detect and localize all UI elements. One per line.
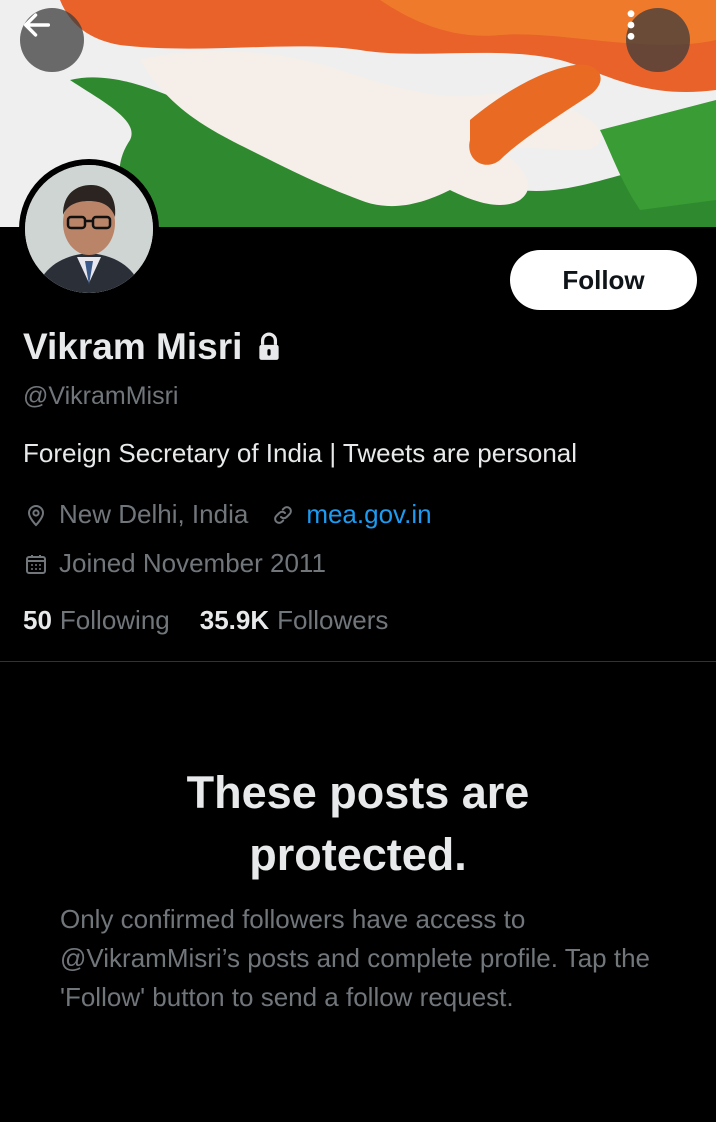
- avatar[interactable]: [19, 159, 159, 299]
- followers-link[interactable]: 35.9K Followers: [200, 605, 389, 636]
- following-count: 50: [23, 605, 52, 635]
- profile-meta-location-row: New Delhi, India mea.gov.in: [23, 499, 432, 530]
- profile-website-link[interactable]: mea.gov.in: [306, 499, 431, 530]
- following-label: Following: [59, 605, 170, 635]
- lock-icon: [259, 332, 280, 360]
- divider: [0, 661, 716, 662]
- calendar-icon: [23, 551, 49, 577]
- profile-counts: 50 Following 35.9K Followers: [23, 605, 388, 636]
- profile-name-row: Vikram Misri: [23, 326, 282, 368]
- followers-label: Followers: [277, 605, 389, 635]
- more-vertical-icon: [627, 10, 635, 40]
- protected-posts-title: These posts are protected.: [186, 767, 530, 880]
- avatar-image: [25, 165, 153, 293]
- profile-name: Vikram Misri: [23, 326, 243, 367]
- protected-posts-body: Only confirmed followers have access to …: [60, 904, 650, 1012]
- profile-location: New Delhi, India: [59, 499, 249, 529]
- back-button[interactable]: [20, 8, 84, 72]
- profile-handle: @VikramMisri: [23, 382, 179, 410]
- person-portrait-icon: [25, 165, 153, 293]
- follow-button[interactable]: Follow: [510, 250, 697, 310]
- profile-meta-joined-row: Joined November 2011: [23, 548, 326, 579]
- link-icon: [270, 502, 296, 528]
- followers-count: 35.9K: [199, 605, 270, 635]
- arrow-left-icon: [23, 13, 51, 37]
- following-link[interactable]: 50 Following: [23, 605, 170, 636]
- location-pin-icon: [23, 502, 49, 528]
- profile-joined-date: Joined November 2011: [59, 548, 326, 578]
- profile-bio: Foreign Secretary of India | Tweets are …: [23, 438, 578, 468]
- more-options-button[interactable]: [626, 8, 690, 72]
